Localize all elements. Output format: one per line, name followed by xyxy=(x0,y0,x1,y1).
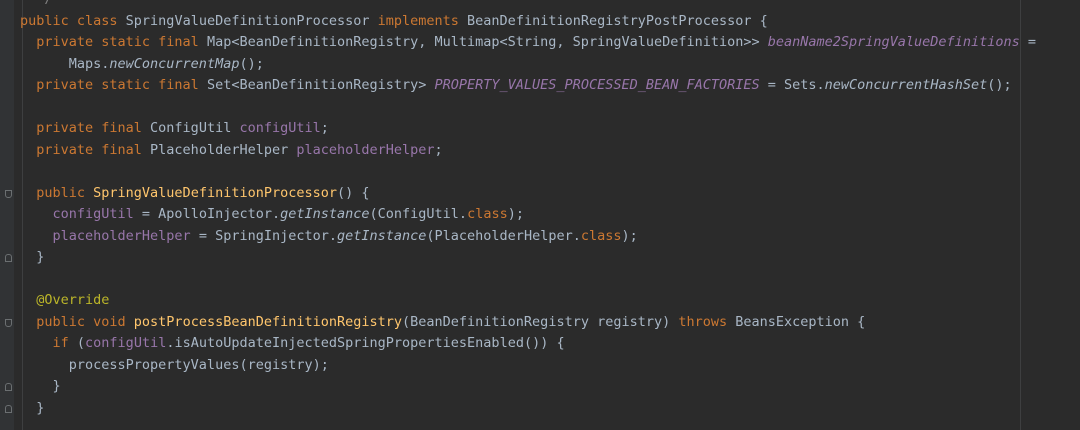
code-line[interactable]: if (configUtil.isAutoUpdateInjectedSprin… xyxy=(20,333,565,355)
code-token: @Override xyxy=(20,292,110,308)
fold-marker-icon[interactable] xyxy=(5,254,12,262)
code-token: } xyxy=(20,249,45,265)
code-token: configUtil xyxy=(52,206,134,222)
code-token: } xyxy=(20,378,61,394)
code-token: (ConfigUtil. xyxy=(369,206,468,222)
right-margin-guide xyxy=(1020,0,1021,430)
code-token: PlaceholderHelper xyxy=(150,141,297,158)
code-token: newConcurrentMap xyxy=(109,55,240,72)
code-token: ; xyxy=(434,141,443,158)
code-token: Map<BeanDefinitionRegistry, Multimap<Str… xyxy=(206,34,768,50)
code-token: public class xyxy=(20,12,126,29)
code-line[interactable]: private final PlaceholderHelper placehol… xyxy=(20,140,443,162)
code-token: PROPERTY_VALUES_PROCESSED_BEAN_FACTORIES xyxy=(434,77,760,93)
code-token: public xyxy=(20,184,94,201)
code-token: ; xyxy=(320,120,329,136)
fold-marker-icon[interactable] xyxy=(5,404,12,413)
code-token: (PlaceholderHelper. xyxy=(426,227,581,244)
code-token: private static final xyxy=(20,77,207,93)
code-token: postProcessBeanDefinitionRegistry xyxy=(133,313,403,330)
code-token: public void xyxy=(20,313,134,330)
code-token: implements xyxy=(377,12,468,29)
code-token: newConcurrentHashSet xyxy=(824,77,988,93)
code-token: configUtil xyxy=(239,120,321,136)
code-token: */ xyxy=(20,0,52,7)
code-token: private final xyxy=(20,141,151,158)
code-token: = ApolloInjector. xyxy=(133,206,281,222)
code-line[interactable]: private static final Set<BeanDefinitionR… xyxy=(20,75,1012,97)
code-token: SpringValueDefinitionProcessor xyxy=(93,184,337,201)
code-token: (); xyxy=(987,77,1012,93)
code-token: () { xyxy=(337,184,370,201)
code-token: (BeanDefinitionRegistry registry) xyxy=(402,313,679,330)
code-token: = Sets. xyxy=(759,77,825,93)
code-line[interactable]: public void postProcessBeanDefinitionReg… xyxy=(20,312,865,334)
code-token: BeansException { xyxy=(735,313,866,330)
code-token: = SpringInjector. xyxy=(190,227,337,244)
code-token: class xyxy=(467,206,508,222)
code-line[interactable]: configUtil = ApolloInjector.getInstance(… xyxy=(20,204,524,226)
code-token: BeanDefinitionRegistryPostProcessor { xyxy=(467,12,768,29)
code-token: placeholderHelper xyxy=(52,227,191,244)
code-token: configUtil xyxy=(85,335,167,351)
code-line[interactable]: } xyxy=(20,376,61,398)
code-line[interactable]: processPropertyValues(registry); xyxy=(20,355,329,377)
fold-marker-icon[interactable] xyxy=(5,383,12,391)
code-token: ); xyxy=(507,206,524,222)
code-token: } xyxy=(20,399,45,416)
code-line[interactable]: public SpringValueDefinitionProcessor() … xyxy=(20,183,370,205)
code-token: = xyxy=(1019,34,1036,50)
code-token: throws xyxy=(678,313,736,330)
code-token: beanName2SpringValueDefinitions xyxy=(767,34,1020,50)
code-line[interactable]: private static final Map<BeanDefinitionR… xyxy=(20,32,1036,54)
code-token: Set<BeanDefinitionRegistry> xyxy=(206,77,435,93)
code-line[interactable]: @Override xyxy=(20,290,109,312)
code-line[interactable]: Maps.newConcurrentMap(); xyxy=(20,54,264,76)
code-line[interactable]: } xyxy=(20,247,44,269)
code-line[interactable]: } xyxy=(20,398,44,420)
code-line[interactable]: */ xyxy=(20,0,52,11)
code-token: (); xyxy=(239,55,264,72)
code-token: getInstance xyxy=(337,227,427,244)
code-token: ); xyxy=(621,227,638,244)
fold-marker-icon[interactable] xyxy=(5,318,12,327)
fold-marker-icon[interactable] xyxy=(5,189,12,198)
code-token: placeholderHelper xyxy=(296,141,435,158)
code-token: SpringValueDefinitionProcessor xyxy=(125,12,378,29)
code-token: class xyxy=(580,227,622,244)
code-token: getInstance xyxy=(280,206,370,222)
code-token: private final xyxy=(20,120,151,136)
code-token: ConfigUtil xyxy=(150,120,240,136)
code-line[interactable]: public class SpringValueDefinitionProces… xyxy=(20,11,768,33)
editor-gutter xyxy=(0,0,14,430)
code-token: processPropertyValues(registry); xyxy=(20,356,329,373)
code-line[interactable]: placeholderHelper = SpringInjector.getIn… xyxy=(20,226,638,248)
code-token: .isAutoUpdateInjectedSpringPropertiesEna… xyxy=(166,335,565,351)
code-token: Maps. xyxy=(20,55,110,72)
code-token: if xyxy=(52,335,77,351)
code-token: private static final xyxy=(20,34,207,50)
code-line[interactable]: private final ConfigUtil configUtil; xyxy=(20,118,329,140)
code-token: ( xyxy=(76,335,86,351)
